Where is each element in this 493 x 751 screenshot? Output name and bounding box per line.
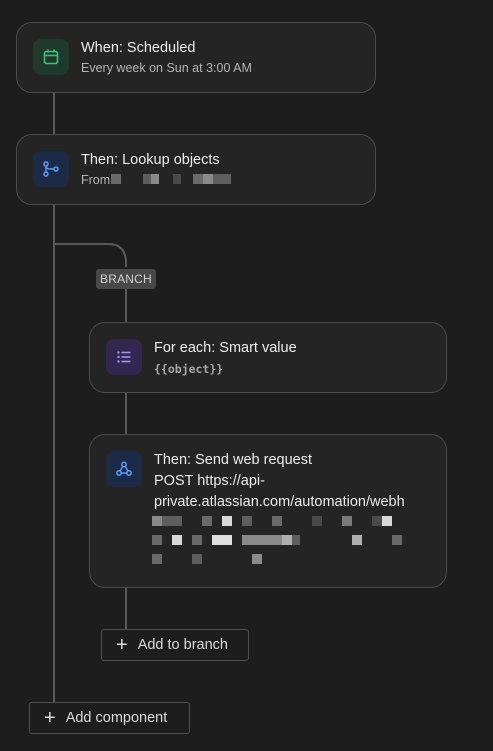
connector-foreach-to-web [125,392,127,434]
trigger-card-scheduled[interactable]: When: Scheduled Every week on Sun at 3:0… [16,22,376,93]
add-component-label: Add component [65,710,168,726]
add-component-button[interactable]: + Add component [29,702,190,734]
redacted-text [111,174,121,184]
lookup-subtitle: From [81,173,111,187]
send-web-request-card[interactable]: Then: Send web request POST https://api-… [89,434,447,588]
plus-icon: + [116,634,128,656]
webrequest-line2: private.atlassian.com/automation/webh [154,494,405,510]
calendar-icon [33,39,69,75]
trigger-title: When: Scheduled [81,40,196,56]
webhook-icon [106,451,142,487]
connector-branch-horizontal [55,243,113,245]
list-icon [106,339,142,375]
branch-badge: BRANCH [96,269,156,289]
foreach-smart-value: {{object}} [154,362,224,376]
connector-line-main-lower [53,204,55,704]
for-each-card[interactable]: For each: Smart value {{object}} [89,322,447,393]
add-to-branch-label: Add to branch [137,637,228,653]
connector-branch-curve [107,243,127,267]
connector-line-main [53,92,55,134]
branch-icon [33,151,69,187]
connector-web-to-add [125,588,127,629]
plus-icon: + [44,707,56,729]
add-to-branch-button[interactable]: + Add to branch [101,629,249,661]
lookup-title: Then: Lookup objects [81,152,220,168]
lookup-objects-card[interactable]: Then: Lookup objects From [16,134,376,205]
foreach-title: For each: Smart value [154,340,297,356]
connector-branch-to-foreach [125,289,127,322]
webrequest-line1: POST https://api- [154,473,265,489]
trigger-subtitle: Every week on Sun at 3:00 AM [81,61,252,75]
webrequest-title: Then: Send web request [154,452,312,468]
redacted-url [152,516,162,526]
